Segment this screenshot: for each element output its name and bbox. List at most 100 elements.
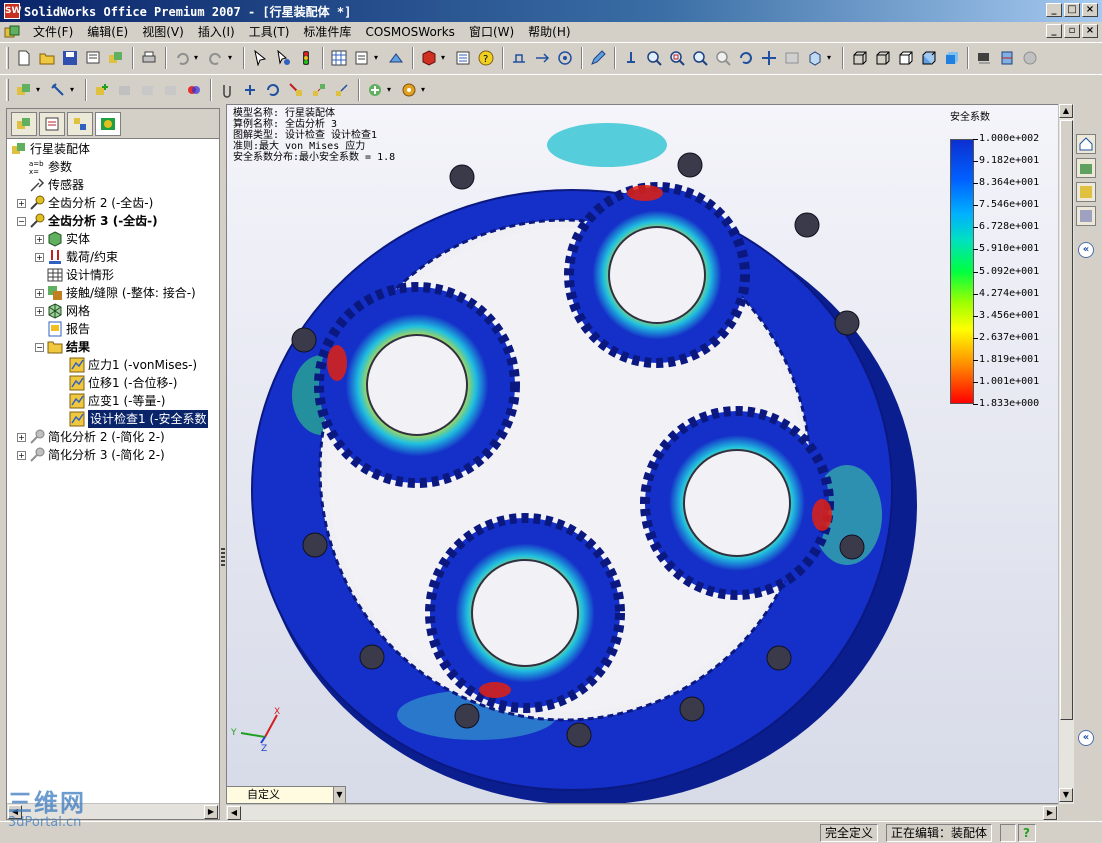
tree-item-sensors[interactable]: 传感器 xyxy=(29,176,84,194)
menu-window[interactable]: 窗口(W) xyxy=(462,23,521,41)
interference-button[interactable] xyxy=(183,79,205,101)
tab-feature-manager[interactable] xyxy=(11,112,37,136)
tree-item-simplified-2[interactable]: + 简化分析 2 (-简化 2-) xyxy=(17,428,165,446)
tree-item-design-check-plot[interactable]: 设计检查1 (-安全系数 xyxy=(69,410,209,428)
tree-item-contact[interactable]: + 接触/缝隙 (-整体: 接合-) xyxy=(35,284,196,302)
tab-cosmosworks-manager[interactable] xyxy=(95,112,121,136)
explode-button[interactable] xyxy=(554,47,576,69)
tp-resources-button[interactable] xyxy=(1076,158,1096,178)
exploded-view-button[interactable] xyxy=(308,79,330,101)
tree-item-results[interactable]: − 结果 xyxy=(35,338,90,356)
normal-to-button[interactable] xyxy=(620,47,642,69)
doc-close-button[interactable]: × xyxy=(1082,24,1098,38)
rebuild-button[interactable] xyxy=(295,47,317,69)
help-button[interactable]: ? xyxy=(475,47,497,69)
fea-model[interactable]: X Y Z xyxy=(227,105,1073,803)
zoom-selection-button[interactable] xyxy=(712,47,734,69)
planet-gear-top[interactable] xyxy=(564,182,750,368)
expand-toggle[interactable]: + xyxy=(35,306,44,316)
tp-expand-top-button[interactable]: « xyxy=(1078,242,1094,258)
scroll-thumb[interactable] xyxy=(1060,120,1073,720)
component-list-button[interactable] xyxy=(160,79,182,101)
change-suppression-button[interactable] xyxy=(137,79,159,101)
tree-item-displacement-plot[interactable]: 位移1 (-合位移-) xyxy=(69,374,177,392)
status-help-button[interactable]: ? xyxy=(1018,824,1036,842)
shaded-button[interactable] xyxy=(940,47,962,69)
hidden-lines-removed-button[interactable] xyxy=(894,47,916,69)
tree-item-mesh[interactable]: + 网格 xyxy=(35,302,90,320)
hide-show-button[interactable] xyxy=(114,79,136,101)
menu-cosmosworks[interactable]: COSMOSWorks xyxy=(358,23,462,41)
tp-expand-bottom-button[interactable]: « xyxy=(1078,730,1094,746)
previous-view-button[interactable] xyxy=(781,47,803,69)
planet-gear-left[interactable] xyxy=(314,282,520,488)
print-button[interactable] xyxy=(138,47,160,69)
scroll-left-arrow[interactable]: ◀ xyxy=(227,806,241,820)
doc-minimize-button[interactable]: _ xyxy=(1046,24,1062,38)
scroll-down-arrow[interactable]: ▼ xyxy=(1059,788,1073,802)
mate-button[interactable] xyxy=(508,47,530,69)
tree-item-design-scenario[interactable]: 设计情形 xyxy=(47,266,114,284)
tab-property-manager[interactable] xyxy=(39,112,65,136)
tree-item-study-2[interactable]: + 全齿分析 2 (-全齿-) xyxy=(17,194,153,212)
menu-insert[interactable]: 插入(I) xyxy=(191,23,242,41)
hidden-lines-visible-button[interactable] xyxy=(871,47,893,69)
smart-select-button[interactable] xyxy=(272,47,294,69)
menu-standard-parts[interactable]: 标准件库 xyxy=(296,23,358,41)
collapse-toggle[interactable]: − xyxy=(35,342,44,352)
mate-tb2-button[interactable] xyxy=(216,79,238,101)
sketch-button[interactable] xyxy=(587,47,609,69)
toolbar-grip[interactable] xyxy=(6,78,9,101)
graphics-area[interactable]: 模型名称: 行星装配体 算例名称: 全齿分析 3 图解类型: 设计检查 设计检查… xyxy=(226,104,1074,804)
maximize-button[interactable]: □ xyxy=(1064,3,1080,17)
zoom-area-button[interactable] xyxy=(666,47,688,69)
move-component-button[interactable] xyxy=(531,47,553,69)
graphics-horizontal-scrollbar[interactable]: ◀ ▶ xyxy=(226,804,1058,820)
view-orientation-button[interactable] xyxy=(804,47,826,69)
tree-item-strain-plot[interactable]: 应变1 (-等量-) xyxy=(69,392,165,410)
collapse-toggle[interactable]: − xyxy=(17,216,26,226)
smart-fasteners-button[interactable] xyxy=(47,79,69,101)
file-properties-button[interactable] xyxy=(351,47,373,69)
section-view-button[interactable] xyxy=(996,47,1018,69)
make-assembly-button[interactable] xyxy=(105,47,127,69)
assembly-features-button[interactable] xyxy=(364,79,386,101)
graphics-vertical-scrollbar[interactable]: ▲ ▼ xyxy=(1058,104,1074,804)
planet-gear-right[interactable] xyxy=(640,406,834,600)
tree-root[interactable]: 行星装配体 xyxy=(11,140,90,158)
make-drawing-button[interactable] xyxy=(82,47,104,69)
doc-restore-button[interactable]: ▫ xyxy=(1064,24,1080,38)
tree-item-report[interactable]: 报告 xyxy=(47,320,90,338)
expand-toggle[interactable]: + xyxy=(17,432,26,442)
zoom-fit-button[interactable] xyxy=(643,47,665,69)
shadows-button[interactable] xyxy=(973,47,995,69)
snap-button[interactable] xyxy=(385,47,407,69)
assembly-doc-icon[interactable] xyxy=(4,24,20,40)
tree-item-stress-plot[interactable]: 应力1 (-vonMises-) xyxy=(69,356,197,374)
menu-help[interactable]: 帮助(H) xyxy=(521,23,577,41)
edit-component-button[interactable] xyxy=(13,79,35,101)
scroll-right-arrow[interactable]: ▶ xyxy=(204,805,218,819)
tree-item-loads[interactable]: + 载荷/约束 xyxy=(35,248,118,266)
tp-home-button[interactable] xyxy=(1076,134,1096,154)
minimize-button[interactable]: _ xyxy=(1046,3,1062,17)
move-tb2-button[interactable] xyxy=(239,79,261,101)
undo-button[interactable] xyxy=(171,47,193,69)
explode-line-button[interactable] xyxy=(331,79,353,101)
rotate-component-button[interactable] xyxy=(262,79,284,101)
insert-components-button[interactable] xyxy=(91,79,113,101)
expand-toggle[interactable]: + xyxy=(35,234,44,244)
tree-item-parameters[interactable]: a=b x= 参数 xyxy=(29,158,72,176)
scroll-up-arrow[interactable]: ▲ xyxy=(1059,104,1073,118)
tp-explorer-button[interactable] xyxy=(1076,206,1096,226)
realview-button[interactable] xyxy=(1019,47,1041,69)
menu-view[interactable]: 视图(V) xyxy=(135,23,191,41)
redo-button[interactable] xyxy=(205,47,227,69)
scroll-right-arrow[interactable]: ▶ xyxy=(1043,806,1057,820)
open-button[interactable] xyxy=(36,47,58,69)
tp-library-button[interactable] xyxy=(1076,182,1096,202)
close-button[interactable]: × xyxy=(1082,3,1098,17)
zoom-in-out-button[interactable] xyxy=(689,47,711,69)
chevron-down-icon[interactable]: ▼ xyxy=(333,787,345,803)
expand-toggle[interactable]: + xyxy=(35,252,44,262)
